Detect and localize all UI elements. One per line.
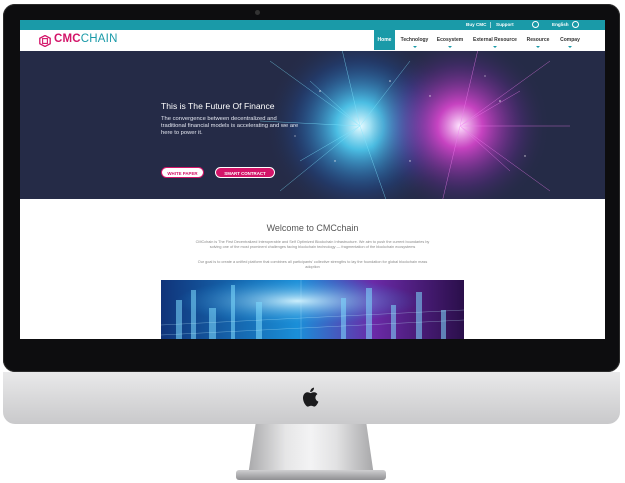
language-selector[interactable]: English bbox=[552, 22, 569, 27]
particle-explosion-graphic bbox=[259, 51, 570, 199]
hero-banner: This is The Future Of Finance The conver… bbox=[20, 51, 605, 199]
globe-icon[interactable] bbox=[572, 21, 579, 28]
monitor-stand-base bbox=[236, 470, 386, 480]
brand-part-cmc: CMC bbox=[54, 33, 81, 45]
main-navbar: CMCCHAIN Home Technology Ecosystem Exter… bbox=[20, 30, 605, 52]
hero-title: This is The Future Of Finance bbox=[161, 101, 275, 111]
topbar-divider bbox=[490, 22, 491, 28]
brand-part-chain: CHAIN bbox=[80, 33, 118, 45]
goal-paragraph: Our goal is to create a unified platform… bbox=[197, 260, 428, 269]
brand-logo[interactable]: CMCCHAIN bbox=[54, 33, 118, 45]
blockchain-image-band bbox=[161, 280, 464, 339]
chevron-down-icon bbox=[412, 46, 417, 48]
website-screen: Buy CMC Support English CMCCHAIN Home Te… bbox=[20, 20, 605, 339]
white-paper-button[interactable]: WHITE PAPER bbox=[161, 167, 204, 178]
digital-city-graphic bbox=[161, 280, 464, 339]
nav-external-resource[interactable]: External Resource bbox=[470, 30, 520, 50]
nav-company[interactable]: Compay bbox=[556, 30, 584, 50]
apple-logo-icon bbox=[299, 385, 323, 409]
monitor-stand bbox=[248, 424, 374, 476]
nav-ecosystem-label: Ecosystem bbox=[436, 37, 464, 43]
smart-contract-button[interactable]: SMART CONTRACT bbox=[215, 167, 275, 178]
buy-cmc-link[interactable]: Buy CMC bbox=[466, 22, 486, 27]
camera-dot bbox=[255, 10, 260, 15]
support-link[interactable]: Support bbox=[496, 22, 514, 27]
nav-technology[interactable]: Technology bbox=[399, 30, 430, 50]
nav-resource[interactable]: Resource bbox=[524, 30, 552, 50]
nav-ecosystem[interactable]: Ecosystem bbox=[435, 30, 465, 50]
welcome-heading: Welcome to CMCchain bbox=[266, 223, 359, 233]
chevron-down-icon bbox=[568, 46, 572, 48]
nav-company-label: Compay bbox=[560, 37, 580, 43]
chevron-down-icon bbox=[448, 46, 452, 48]
search-icon[interactable] bbox=[532, 21, 539, 28]
intro-paragraph: CMCchain is The First Decentralized Inte… bbox=[195, 240, 430, 249]
nav-resource-label: Resource bbox=[526, 37, 550, 43]
chevron-down-icon bbox=[493, 46, 497, 48]
cmc-logo-icon[interactable] bbox=[39, 35, 51, 47]
nav-technology-label: Technology bbox=[400, 37, 429, 43]
nav-home[interactable]: Home bbox=[374, 30, 395, 50]
top-utility-bar: Buy CMC Support English bbox=[20, 20, 605, 30]
nav-external-resource-label: External Resource bbox=[473, 37, 517, 43]
chevron-down-icon bbox=[536, 46, 540, 48]
hero-subtitle: The convergence between decentralized an… bbox=[161, 116, 299, 137]
